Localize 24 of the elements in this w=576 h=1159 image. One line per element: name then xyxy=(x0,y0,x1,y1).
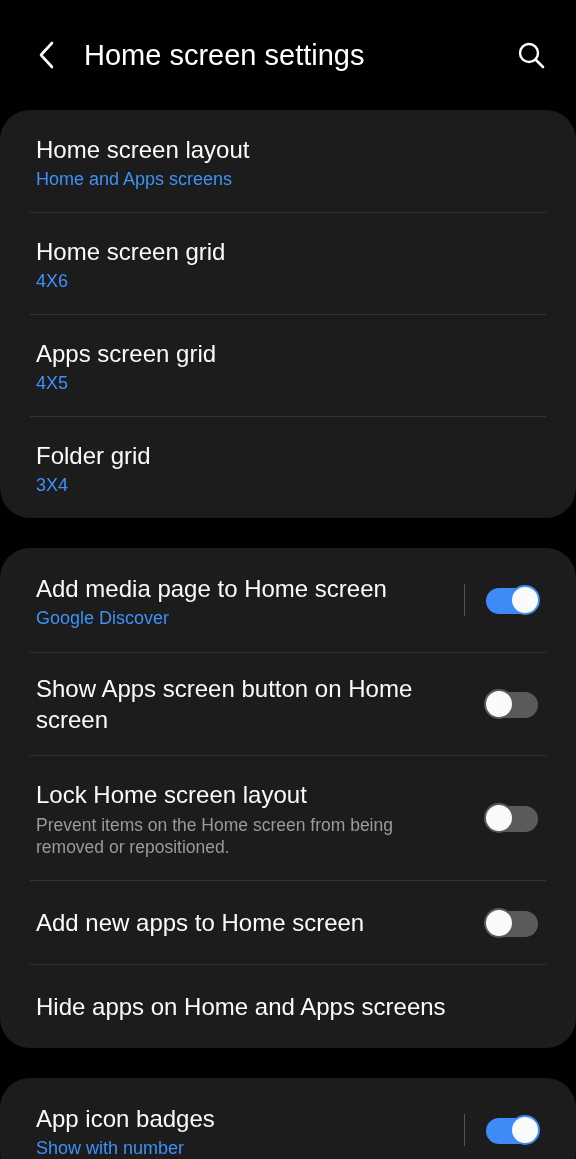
setting-title: Hide apps on Home and Apps screens xyxy=(36,992,447,1022)
setting-title: Home screen grid xyxy=(36,237,227,267)
toggle-switch[interactable] xyxy=(484,585,540,615)
setting-description: Prevent items on the Home screen from being removed or repositioned. xyxy=(36,813,394,858)
toggle-switch[interactable] xyxy=(484,689,540,719)
setting-title: Show Apps screen button on Home screen xyxy=(36,674,414,735)
setting-summary: Home and Apps screens xyxy=(36,168,234,189)
setting-title: Add new apps to Home screen xyxy=(36,908,366,938)
setting-summary: Google Discover xyxy=(36,607,171,628)
toggle-switch[interactable] xyxy=(484,1115,540,1145)
setting-title: Home screen layout xyxy=(36,134,251,165)
setting-title: Add media page to Home screen xyxy=(36,573,388,604)
setting-summary: 4X6 xyxy=(36,271,70,291)
setting-title: Apps screen grid xyxy=(36,339,218,369)
toggle-switch[interactable] xyxy=(484,803,540,833)
setting-summary: 4X5 xyxy=(36,373,70,393)
search-icon[interactable] xyxy=(516,40,546,70)
setting-summary: 3X4 xyxy=(36,475,70,495)
toggle-switch[interactable] xyxy=(484,907,540,938)
setting-title: Lock Home screen layout xyxy=(36,779,308,810)
setting-summary: Show with number xyxy=(36,1137,186,1158)
setting-title: App icon badges xyxy=(36,1103,216,1134)
page-title: Home screen settings xyxy=(84,38,366,72)
setting-title: Folder grid xyxy=(36,441,152,471)
